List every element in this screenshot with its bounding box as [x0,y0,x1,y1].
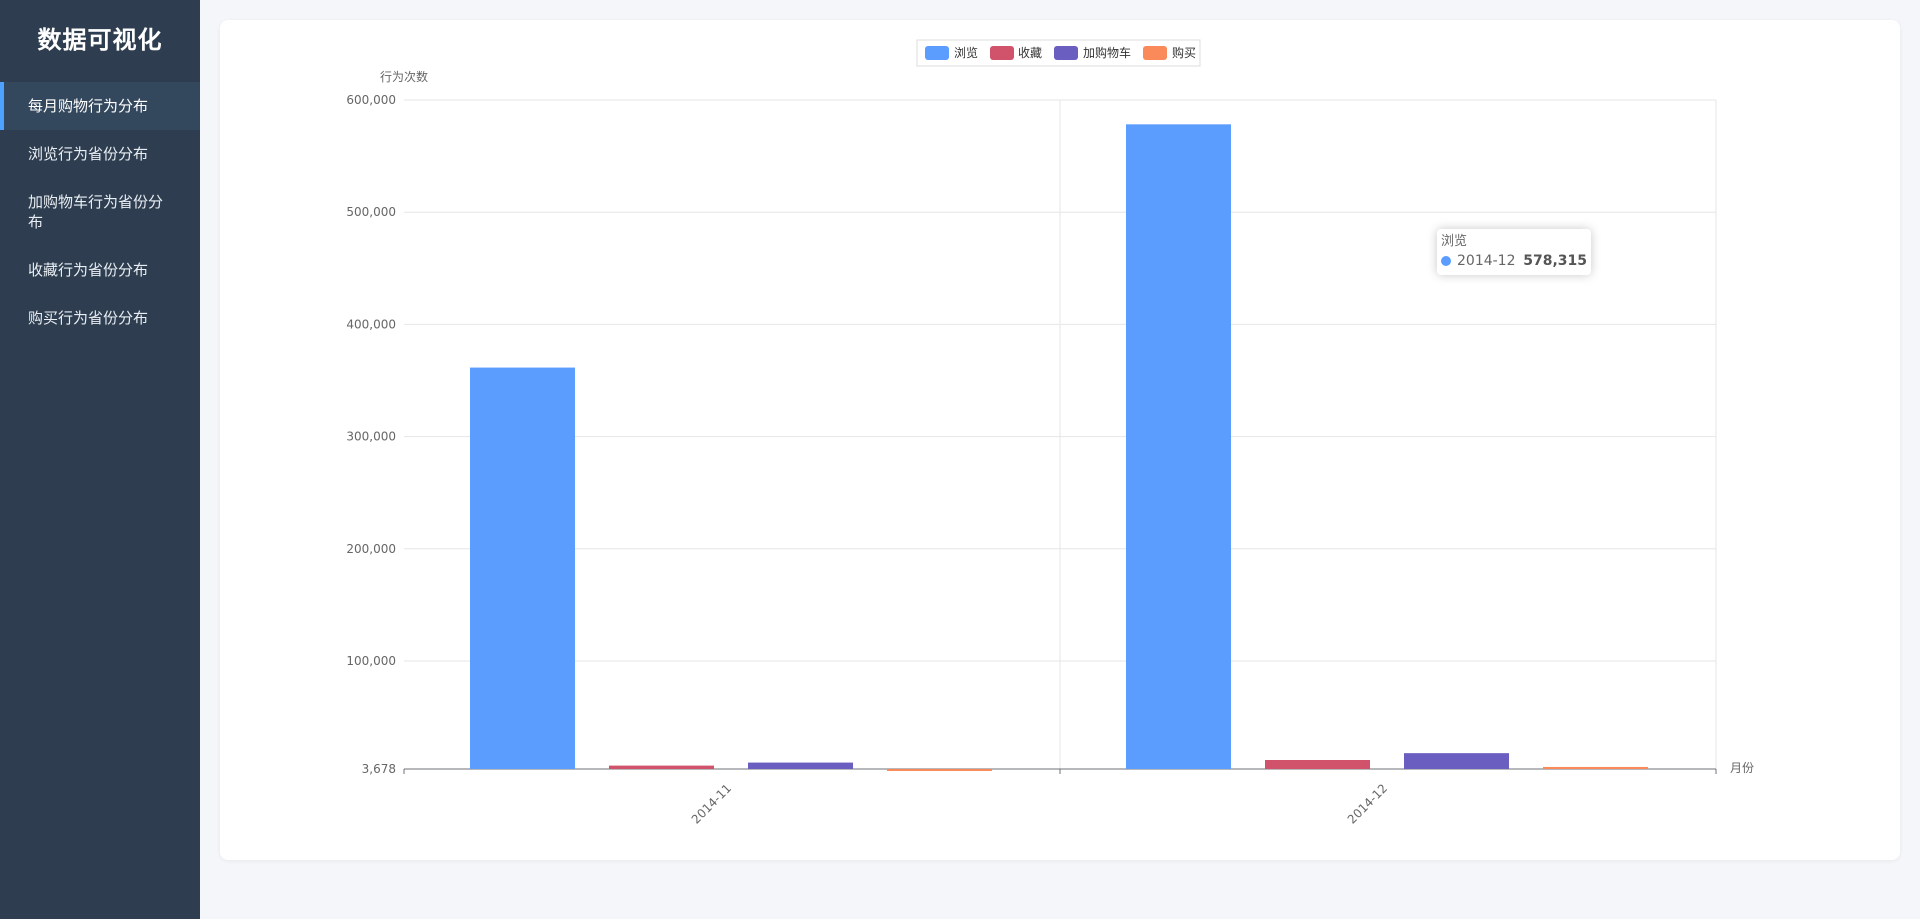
y-axis-label: 行为次数 [380,69,428,84]
sidebar-item-buy-province[interactable]: 购买行为省份分布 [0,294,200,342]
x-axis-label: 月份 [1730,761,1754,775]
bar [748,762,853,769]
tooltip-series: 浏览 [1441,234,1468,249]
x-tick-label: 2014-12 [1345,781,1390,826]
app-title: 数据可视化 [37,25,163,54]
x-tick-label: 2014-11 [689,781,734,826]
bar [609,765,714,769]
bar [887,769,992,771]
legend-label: 购买 [1172,45,1196,60]
sidebar-nav: 每月购物行为分布 浏览行为省份分布 加购物车行为省份分布 收藏行为省份分布 购买… [0,82,200,342]
bar [1543,766,1648,769]
legend-swatch [1054,46,1078,60]
y-tick-label: 300,000 [346,430,396,444]
chart-legend: 浏览 收藏 加购物车 购买 [916,39,1201,67]
bar [1126,124,1231,770]
sidebar-item-collect-province[interactable]: 收藏行为省份分布 [0,246,200,294]
tooltip-value: 578,315 [1523,253,1587,269]
chart-card: 3,678 100,000 200,000 300,000 400,000 500,000… [220,20,1900,860]
y-tick-label: 400,000 [346,317,396,331]
y-tick-label: 600,000 [346,93,396,107]
bar [1265,760,1370,769]
tooltip-dot-icon [1441,256,1451,266]
y-tick-label: 3,678 [362,762,396,776]
legend-label: 收藏 [1018,46,1042,60]
tooltip-category: 2014-12 [1457,253,1516,269]
chart-tooltip: 浏览 2014-12 578,315 [1437,229,1591,275]
y-tick-label: 200,000 [346,542,396,556]
bar [470,367,575,769]
y-tick-label: 500,000 [346,205,396,219]
bar [1404,753,1509,769]
bar-chart: 3,678 100,000 200,000 300,000 400,000 500,000… [346,39,1754,827]
legend-label: 浏览 [954,45,978,60]
legend-swatch [925,46,949,60]
sidebar: 数据可视化 每月购物行为分布 浏览行为省份分布 加购物车行为省份分布 收藏行为省… [0,0,200,919]
legend-swatch [1143,46,1167,60]
legend-label: 加购物车 [1083,45,1131,60]
sidebar-item-browse-province[interactable]: 浏览行为省份分布 [0,130,200,178]
sidebar-item-cart-province[interactable]: 加购物车行为省份分布 [0,178,200,246]
y-tick-label: 100,000 [346,654,396,668]
sidebar-item-monthly-behavior[interactable]: 每月购物行为分布 [0,82,200,130]
legend-swatch [990,46,1014,60]
